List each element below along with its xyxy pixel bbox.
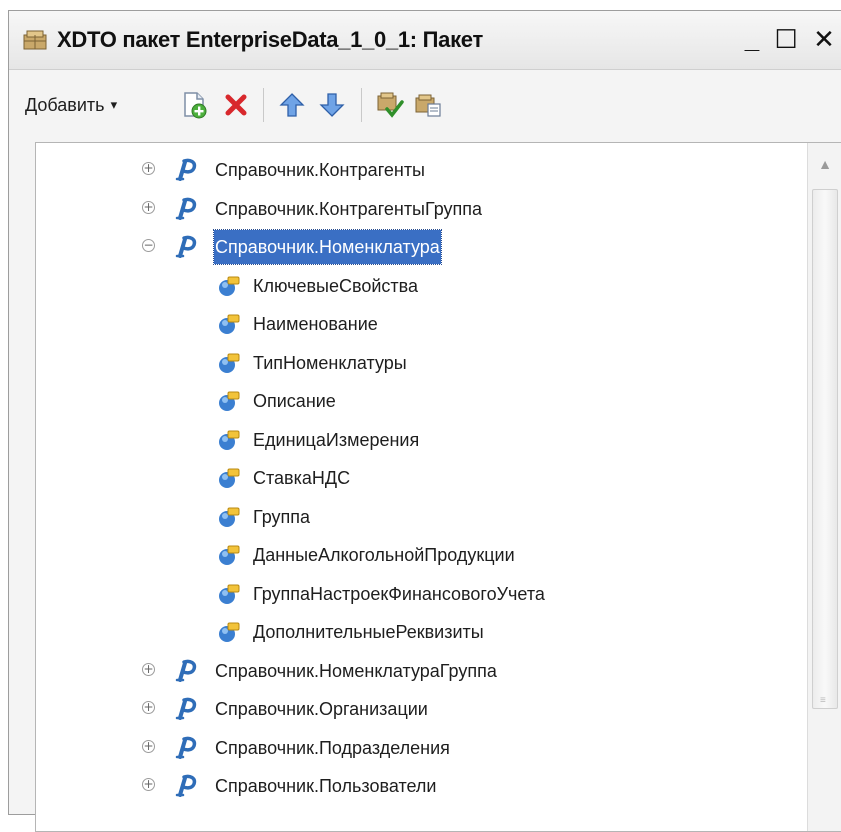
tree-node-label[interactable]: ДополнительныеРеквизиты — [252, 615, 485, 649]
tree-node-label[interactable]: Справочник.Номенклатура — [213, 229, 442, 265]
tree-node-label[interactable]: Справочник.КонтрагентыГруппа — [214, 192, 483, 226]
tree-node-label[interactable]: ДанныеАлкогольнойПродукции — [252, 538, 516, 572]
property-icon — [219, 314, 240, 334]
property-icon — [219, 430, 240, 450]
add-menu-button[interactable]: Добавить ▾ — [25, 89, 117, 121]
tree-node-package[interactable]: + Справочник.КонтрагентыГруппа — [36, 192, 802, 226]
tree-node-label[interactable]: СтавкаНДС — [252, 461, 351, 495]
property-icon — [219, 507, 240, 527]
arrow-up-icon[interactable] — [277, 90, 307, 120]
add-menu-label: Добавить — [25, 95, 105, 115]
tree-node-property[interactable]: ЕдиницаИзмерения — [36, 423, 802, 457]
property-icon — [219, 545, 240, 565]
tree-node-label[interactable]: ЕдиницаИзмерения — [252, 423, 420, 457]
title-bar: XDTO пакет EnterpriseData_1_0_1: Пакет _… — [9, 11, 841, 70]
window-title: XDTO пакет EnterpriseData_1_0_1: Пакет — [57, 27, 483, 52]
tree-node-property[interactable]: ТипНоменклатуры — [36, 346, 802, 380]
check-icon[interactable] — [375, 90, 405, 120]
property-icon — [219, 353, 240, 373]
tree-node-label[interactable]: Описание — [252, 384, 337, 418]
chevron-down-icon: ▾ — [110, 97, 118, 112]
tree-node-property[interactable]: Описание — [36, 384, 802, 418]
toolbar-separator — [263, 88, 264, 122]
maximize-button[interactable]: ☐ — [771, 23, 801, 55]
tree-node-property[interactable]: ГруппаНастроекФинансовогоУчета — [36, 577, 802, 611]
tree-node-package[interactable]: + Справочник.Организации — [36, 692, 802, 726]
xdto-package-icon — [175, 697, 197, 720]
tree-node-package[interactable]: + Справочник.Пользователи — [36, 769, 802, 803]
tree-node-label[interactable]: ГруппаНастроекФинансовогоУчета — [252, 577, 546, 611]
scroll-up-button[interactable]: ▲ — [812, 151, 838, 177]
xdto-package-icon — [175, 197, 197, 220]
expand-icon[interactable]: + — [142, 778, 155, 791]
expand-icon[interactable]: + — [142, 162, 155, 175]
expand-icon[interactable]: + — [142, 662, 155, 676]
xdto-package-icon — [175, 235, 197, 258]
arrow-down-icon[interactable] — [317, 90, 347, 120]
tree-node-label[interactable]: КлючевыеСвойства — [252, 269, 419, 303]
tree-node-label[interactable]: Справочник.НоменклатураГруппа — [214, 654, 498, 688]
scroll-thumb[interactable]: ≡ — [812, 189, 838, 709]
expand-icon[interactable]: + — [142, 200, 155, 214]
delete-x-icon[interactable] — [221, 90, 251, 120]
tree-node-label[interactable]: Группа — [252, 500, 311, 534]
property-icon — [219, 468, 240, 488]
toolbar: Добавить ▾ — [9, 70, 841, 140]
tree-node-property[interactable]: ДанныеАлкогольнойПродукции — [36, 538, 802, 572]
xdto-package-icon — [175, 659, 197, 682]
xdto-package-icon — [175, 736, 197, 759]
xdto-package-icon — [175, 774, 197, 797]
add-document-icon[interactable] — [179, 90, 209, 120]
xdto-package-icon — [175, 158, 197, 181]
tree-node-package[interactable]: + Справочник.Контрагенты — [36, 153, 802, 187]
property-icon — [219, 276, 240, 296]
tree-node-property[interactable]: Наименование — [36, 307, 802, 341]
tree-node-property[interactable]: ДополнительныеРеквизиты — [36, 615, 802, 649]
export-icon[interactable] — [413, 90, 443, 120]
tree-node-label[interactable]: Справочник.Контрагенты — [214, 153, 426, 187]
expand-icon[interactable]: + — [142, 701, 155, 714]
property-icon — [219, 391, 240, 411]
tree-node-package[interactable]: + Справочник.Подразделения — [36, 731, 802, 765]
tree-node-property[interactable]: КлючевыеСвойства — [36, 269, 802, 303]
tree-node-label[interactable]: Наименование — [252, 307, 379, 341]
property-icon — [219, 622, 240, 642]
property-icon — [219, 584, 240, 604]
tree-node-label[interactable]: Справочник.Организации — [214, 692, 429, 726]
close-button[interactable]: ✕ — [809, 23, 839, 55]
collapse-icon[interactable]: − — [142, 239, 155, 252]
vertical-scrollbar[interactable]: ▲ ≡ — [807, 143, 841, 831]
toolbar-separator — [361, 88, 362, 122]
tree-node-property[interactable]: СтавкаНДС — [36, 461, 802, 495]
tree-node-label[interactable]: ТипНоменклатуры — [252, 346, 408, 380]
expand-icon[interactable]: + — [142, 739, 155, 753]
tree-node-property[interactable]: Группа — [36, 500, 802, 534]
package-tree[interactable]: ▲ ≡ + Справочник.Контрагенты + Справочник.К… — [35, 142, 841, 832]
minimize-button[interactable]: _ — [737, 23, 767, 55]
tree-node-package[interactable]: + Справочник.НоменклатураГруппа — [36, 654, 802, 688]
scroll-grip-icon: ≡ — [820, 695, 826, 706]
tree-node-package[interactable]: − Справочник.Номенклатура — [36, 229, 802, 265]
tree-node-label[interactable]: Справочник.Подразделения — [214, 731, 451, 765]
xdto-package-window: XDTO пакет EnterpriseData_1_0_1: Пакет _… — [8, 10, 841, 832]
package-window-icon — [23, 30, 47, 50]
tree-node-label[interactable]: Справочник.Пользователи — [214, 769, 437, 803]
